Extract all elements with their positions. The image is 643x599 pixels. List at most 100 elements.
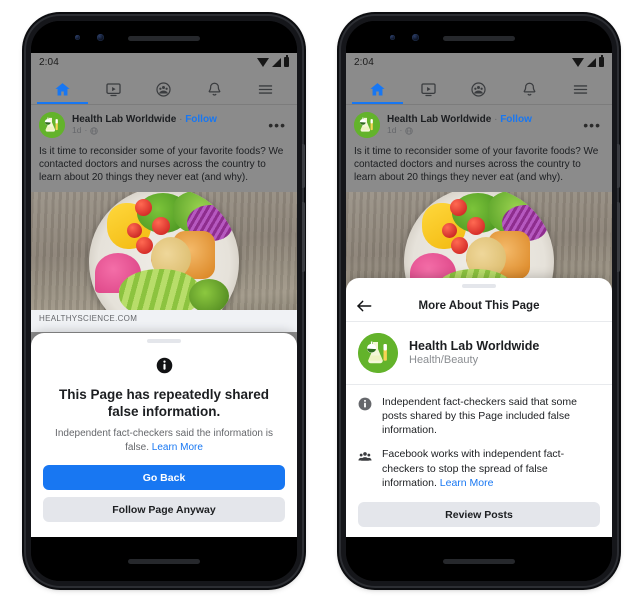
- microgreens: [189, 278, 229, 313]
- post-timestamp: 1d: [387, 125, 397, 136]
- follow-link[interactable]: Follow: [500, 114, 532, 125]
- separator-dot: ·: [494, 113, 498, 125]
- status-bar: 2:04: [346, 53, 612, 71]
- power-button[interactable]: [617, 144, 620, 188]
- home-tab-underline: [352, 101, 403, 104]
- front-camera-icon: [97, 34, 104, 41]
- volume-button[interactable]: [617, 202, 620, 272]
- facebook-nav-bar: [346, 71, 612, 105]
- front-sensor-icon: [75, 35, 80, 40]
- watch-tab[interactable]: [88, 71, 139, 104]
- fact-icon-wrap: [358, 395, 374, 438]
- tomato-5: [442, 222, 457, 238]
- tomato-5: [127, 222, 142, 238]
- menu-tab-underline: [240, 102, 291, 105]
- post-timestamp: 1d: [72, 125, 82, 136]
- phone-right-screen: 2:04 Health Lab Worldwide · Follow 1d · …: [346, 53, 612, 537]
- avatar[interactable]: [39, 112, 65, 138]
- separator-dot: ·: [84, 125, 88, 136]
- hamburger-menu-icon: [573, 84, 588, 94]
- volume-button[interactable]: [302, 202, 305, 272]
- status-clock: 2:04: [39, 56, 59, 68]
- false-information-warning-sheet: This Page has repeatedly shared false in…: [31, 333, 297, 537]
- follow-link[interactable]: Follow: [185, 114, 217, 125]
- groups-tab-underline: [454, 102, 505, 105]
- separator-dot: ·: [179, 113, 183, 125]
- fact-row: Independent fact-checkers said that some…: [346, 385, 612, 438]
- post-more-options-button[interactable]: •••: [583, 117, 604, 132]
- separator-dot: ·: [399, 125, 403, 136]
- post-meta: Health Lab Worldwide · Follow 1d ·: [387, 114, 532, 136]
- post-subtitle: 1d ·: [72, 126, 217, 136]
- home-tab[interactable]: [37, 71, 88, 104]
- groups-icon: [471, 81, 487, 97]
- learn-more-link[interactable]: Learn More: [440, 477, 494, 489]
- groups-tab[interactable]: [454, 71, 505, 104]
- go-back-button[interactable]: Go Back: [43, 465, 285, 490]
- review-posts-button[interactable]: Review Posts: [358, 502, 600, 527]
- front-camera-icon: [412, 34, 419, 41]
- post-subtitle: 1d ·: [387, 126, 532, 136]
- learn-more-link[interactable]: Learn More: [152, 442, 203, 453]
- post-photo[interactable]: HEALTHYSCIENCE.COM: [31, 191, 297, 332]
- post-page-name[interactable]: Health Lab Worldwide · Follow: [72, 114, 217, 126]
- screenshot-stage: 2:04 Health Lab Worldwide · Follow 1d · …: [0, 0, 643, 599]
- tomato-1: [450, 198, 467, 216]
- groups-icon: [156, 81, 172, 97]
- sheet-title: More About This Page: [418, 300, 540, 313]
- status-clock: 2:04: [354, 56, 374, 68]
- phone-left-screen: 2:04 Health Lab Worldwide · Follow 1d · …: [31, 53, 297, 537]
- top-bezel: [346, 21, 612, 53]
- bottom-speaker: [128, 559, 200, 564]
- link-domain-bar[interactable]: HEALTHYSCIENCE.COM: [31, 309, 297, 332]
- cellular-signal-icon: [272, 57, 281, 67]
- cellular-signal-icon: [587, 57, 596, 67]
- page-name: Health Lab Worldwide: [409, 339, 540, 354]
- power-button[interactable]: [302, 144, 305, 188]
- post-header: Health Lab Worldwide · Follow 1d · •••: [31, 105, 297, 143]
- notifications-tab[interactable]: [189, 71, 240, 104]
- battery-icon: [599, 55, 604, 67]
- status-system-icons: [257, 55, 289, 67]
- warning-title: This Page has repeatedly shared false in…: [58, 387, 270, 420]
- page-category: Health/Beauty: [409, 354, 479, 367]
- page-summary-row[interactable]: Health Lab Worldwide Health/Beauty: [346, 322, 612, 385]
- home-icon: [55, 82, 70, 96]
- phone-left-body: 2:04 Health Lab Worldwide · Follow 1d · …: [31, 21, 297, 581]
- bell-icon: [208, 82, 221, 96]
- post-header: Health Lab Worldwide · Follow 1d · •••: [346, 105, 612, 143]
- globe-icon: [90, 127, 98, 135]
- groups-tab[interactable]: [139, 71, 190, 104]
- post-more-options-button[interactable]: •••: [268, 117, 289, 132]
- post-page-name[interactable]: Health Lab Worldwide · Follow: [387, 114, 532, 126]
- avatar[interactable]: [354, 112, 380, 138]
- fact-icon-wrap: [358, 447, 374, 490]
- fact-checkers-group-icon: [358, 452, 372, 462]
- status-bar: 2:04: [31, 53, 297, 71]
- home-icon: [370, 82, 385, 96]
- post-meta: Health Lab Worldwide · Follow 1d ·: [72, 114, 217, 136]
- groups-tab-underline: [139, 102, 190, 105]
- video-screen-icon: [106, 82, 121, 96]
- post-body-text: Is it time to reconsider some of your fa…: [39, 146, 284, 184]
- follow-page-anyway-button[interactable]: Follow Page Anyway: [43, 497, 285, 522]
- review-button-wrap: Review Posts: [346, 490, 612, 529]
- menu-tab[interactable]: [555, 71, 606, 104]
- fact-text: Independent fact-checkers said that some…: [382, 395, 577, 437]
- home-tab[interactable]: [352, 71, 403, 104]
- home-tab-underline: [37, 101, 88, 104]
- sheet-grabber[interactable]: [462, 283, 496, 288]
- watch-tab[interactable]: [403, 71, 454, 104]
- bottom-bezel: [346, 537, 612, 581]
- post-body-text: Is it time to reconsider some of your fa…: [354, 146, 599, 184]
- back-arrow-icon[interactable]: [356, 299, 372, 313]
- avatar[interactable]: [358, 332, 398, 373]
- menu-tab[interactable]: [240, 71, 291, 104]
- notifications-tab-underline: [504, 102, 555, 105]
- warning-subtitle: Independent fact-checkers said the infor…: [43, 427, 285, 454]
- front-sensor-icon: [390, 35, 395, 40]
- sheet-header: More About This Page: [346, 292, 612, 322]
- notifications-tab[interactable]: [504, 71, 555, 104]
- facebook-nav-bar: [31, 71, 297, 105]
- page-info: Health Lab Worldwide Health/Beauty: [409, 339, 539, 366]
